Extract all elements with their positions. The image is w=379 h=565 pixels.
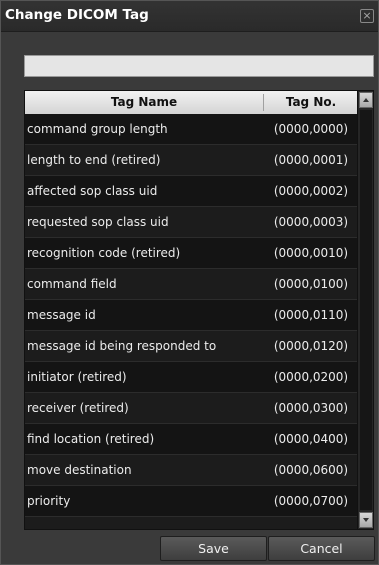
- table-row[interactable]: requested sop class uid (0000,0003): [25, 207, 357, 238]
- table-row[interactable]: message id (0000,0110): [25, 300, 357, 331]
- change-dicom-tag-dialog: Change DICOM Tag × Tag Name Tag No. comm…: [0, 0, 379, 565]
- close-icon[interactable]: ×: [360, 9, 374, 23]
- table-row[interactable]: command group length (0000,0000): [25, 114, 357, 145]
- tag-no-cell: (0000,0003): [273, 215, 349, 229]
- scroll-up-arrow-icon[interactable]: [359, 92, 373, 108]
- table-body: command group length (0000,0000) length to…: [25, 114, 357, 517]
- column-header-tag-name[interactable]: Tag Name: [25, 95, 263, 109]
- tag-no-cell: (0000,0110): [273, 308, 349, 322]
- tag-no-cell: (0000,0300): [273, 401, 349, 415]
- table-row[interactable]: move destination (0000,0600): [25, 455, 357, 486]
- tag-name-cell: command field: [27, 277, 117, 291]
- tag-name-cell: move destination: [27, 463, 132, 477]
- tag-name-cell: message id: [27, 308, 96, 322]
- tag-table: Tag Name Tag No. command group length (00…: [24, 90, 374, 530]
- tag-no-cell: (0000,0400): [273, 432, 349, 446]
- search-input[interactable]: [24, 55, 374, 77]
- tag-name-cell: priority: [27, 494, 71, 508]
- table-row[interactable]: affected sop class uid (0000,0002): [25, 176, 357, 207]
- tag-no-cell: (0000,0100): [273, 277, 349, 291]
- table-row[interactable]: priority (0000,0700): [25, 486, 357, 517]
- column-header-tag-no[interactable]: Tag No.: [265, 95, 357, 109]
- tag-no-cell: (0000,0001): [273, 153, 349, 167]
- cancel-button[interactable]: Cancel: [268, 536, 375, 561]
- table-row[interactable]: find location (retired) (0000,0400): [25, 424, 357, 455]
- tag-name-cell: initiator (retired): [27, 370, 127, 384]
- tag-name-cell: find location (retired): [27, 432, 155, 446]
- table-row[interactable]: command field (0000,0100): [25, 269, 357, 300]
- dialog-title: Change DICOM Tag: [5, 7, 149, 23]
- vertical-scrollbar[interactable]: [357, 91, 373, 529]
- tag-name-cell: receiver (retired): [27, 401, 129, 415]
- tag-no-cell: (0000,0002): [273, 184, 349, 198]
- table-row[interactable]: initiator (retired) (0000,0200): [25, 362, 357, 393]
- tag-no-cell: (0000,0000): [273, 122, 349, 136]
- title-bar: Change DICOM Tag ×: [1, 1, 378, 32]
- tag-name-cell: length to end (retired): [27, 153, 161, 167]
- tag-no-cell: (0000,0010): [273, 246, 349, 260]
- table-header: Tag Name Tag No.: [25, 91, 357, 114]
- tag-no-cell: (0000,0600): [273, 463, 349, 477]
- tag-name-cell: requested sop class uid: [27, 215, 169, 229]
- scrollbar-track[interactable]: [360, 110, 372, 510]
- column-divider[interactable]: [263, 94, 264, 111]
- table-row[interactable]: recognition code (retired) (0000,0010): [25, 238, 357, 269]
- scroll-down-arrow-icon[interactable]: [359, 512, 373, 528]
- tag-no-cell: (0000,0700): [273, 494, 349, 508]
- table-row[interactable]: receiver (retired) (0000,0300): [25, 393, 357, 424]
- tag-name-cell: command group length: [27, 122, 168, 136]
- tag-no-cell: (0000,0120): [273, 339, 349, 353]
- save-button[interactable]: Save: [160, 536, 267, 561]
- tag-name-cell: affected sop class uid: [27, 184, 158, 198]
- tag-name-cell: recognition code (retired): [27, 246, 181, 260]
- tag-name-cell: message id being responded to: [27, 339, 217, 353]
- table-row[interactable]: length to end (retired) (0000,0001): [25, 145, 357, 176]
- table-row[interactable]: message id being responded to (0000,0120): [25, 331, 357, 362]
- tag-no-cell: (0000,0200): [273, 370, 349, 384]
